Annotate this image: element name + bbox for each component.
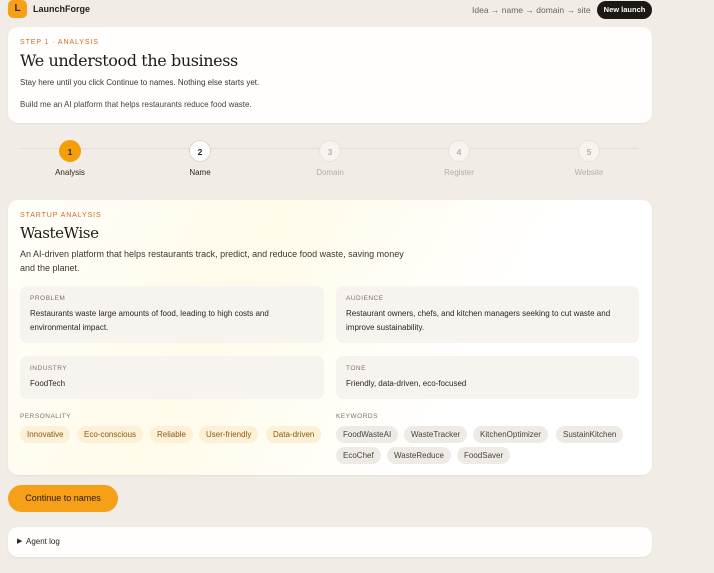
personality-label: PERSONALITY	[20, 413, 72, 420]
new-launch-button[interactable]: New launch	[597, 1, 652, 19]
step-register[interactable]: 4 Register	[429, 140, 489, 177]
step-eyebrow: STEP 1 · ANALYSIS	[20, 39, 99, 46]
keyword-chip: FoodSaver	[457, 447, 511, 464]
step-title: We understood the business	[20, 51, 238, 70]
industry-label: INDUSTRY	[30, 365, 68, 372]
keyword-chip: SustainKitchen	[556, 426, 624, 443]
keyword-chip: WasteTracker	[404, 426, 468, 443]
step-label: Website	[574, 168, 604, 177]
step-label: Analysis	[55, 168, 85, 177]
startup-description: An AI-driven platform that helps restaur…	[20, 249, 404, 273]
step-number: 4	[448, 140, 470, 162]
industry-value: FoodTech	[30, 379, 66, 388]
step-number: 3	[319, 140, 341, 162]
step-website[interactable]: 5 Website	[559, 140, 619, 177]
step-number: 5	[578, 140, 600, 162]
flow-breadcrumb: Idea → name → domain → site	[472, 5, 591, 15]
tone-label: TONE	[346, 365, 366, 372]
personality-chip: Eco-conscious	[77, 426, 144, 443]
personality-chip: Reliable	[150, 426, 193, 443]
step-analysis[interactable]: 1 Analysis	[40, 140, 100, 177]
audience-value: Restaurant owners, chefs, and kitchen ma…	[346, 309, 611, 332]
audience-box: AUDIENCE Restaurant owners, chefs, and k…	[336, 286, 639, 343]
step-label: Name	[189, 168, 211, 177]
continue-to-names-button[interactable]: Continue to names	[8, 485, 118, 512]
app-name: LaunchForge	[33, 4, 91, 14]
keyword-chip: FoodWasteAI	[336, 426, 399, 443]
step-card: STEP 1 · ANALYSIS We understood the busi…	[8, 27, 652, 123]
agent-log-toggle[interactable]: ▶ Agent log	[8, 527, 652, 557]
agent-log-label: Agent log	[26, 537, 60, 546]
keyword-chip: WasteReduce	[387, 447, 451, 464]
keyword-chip: EcoChef	[336, 447, 381, 464]
personality-chip: Innovative	[20, 426, 71, 443]
keywords-label: KEYWORDS	[336, 413, 378, 420]
keyword-chip: KitchenOptimizer	[473, 426, 548, 443]
top-bar: L LaunchForge Idea → name → domain → sit…	[0, 0, 714, 22]
step-label: Register	[444, 168, 474, 177]
industry-box: INDUSTRY FoodTech	[20, 356, 324, 399]
personality-chip: User-friendly	[199, 426, 259, 443]
problem-label: PROBLEM	[30, 295, 66, 302]
app-logo: L	[8, 0, 27, 18]
tone-value: Friendly, data-driven, eco-focused	[346, 379, 467, 388]
problem-box: PROBLEM Restaurants waste large amounts …	[20, 286, 324, 343]
caret-right-icon: ▶	[17, 538, 23, 545]
step-number: 2	[189, 140, 211, 162]
step-subtitle: Stay here until you click Continue to na…	[20, 78, 260, 87]
analysis-eyebrow: STARTUP ANALYSIS	[20, 212, 102, 219]
user-prompt: Build me an AI platform that helps resta…	[20, 100, 252, 109]
startup-analysis-card: STARTUP ANALYSIS WasteWise An AI-driven …	[8, 200, 652, 475]
step-label: Domain	[316, 168, 344, 177]
tone-box: TONE Friendly, data-driven, eco-focused	[336, 356, 639, 399]
personality-chip: Data-driven	[266, 426, 322, 443]
startup-name: WasteWise	[20, 224, 99, 242]
step-number: 1	[59, 140, 81, 162]
audience-label: AUDIENCE	[346, 295, 384, 302]
step-name[interactable]: 2 Name	[170, 140, 230, 177]
progress-stepper: 1 Analysis 2 Name 3 Domain 4 Register 5 …	[0, 138, 714, 183]
step-domain[interactable]: 3 Domain	[300, 140, 360, 177]
problem-value: Restaurants waste large amounts of food,…	[30, 309, 269, 332]
